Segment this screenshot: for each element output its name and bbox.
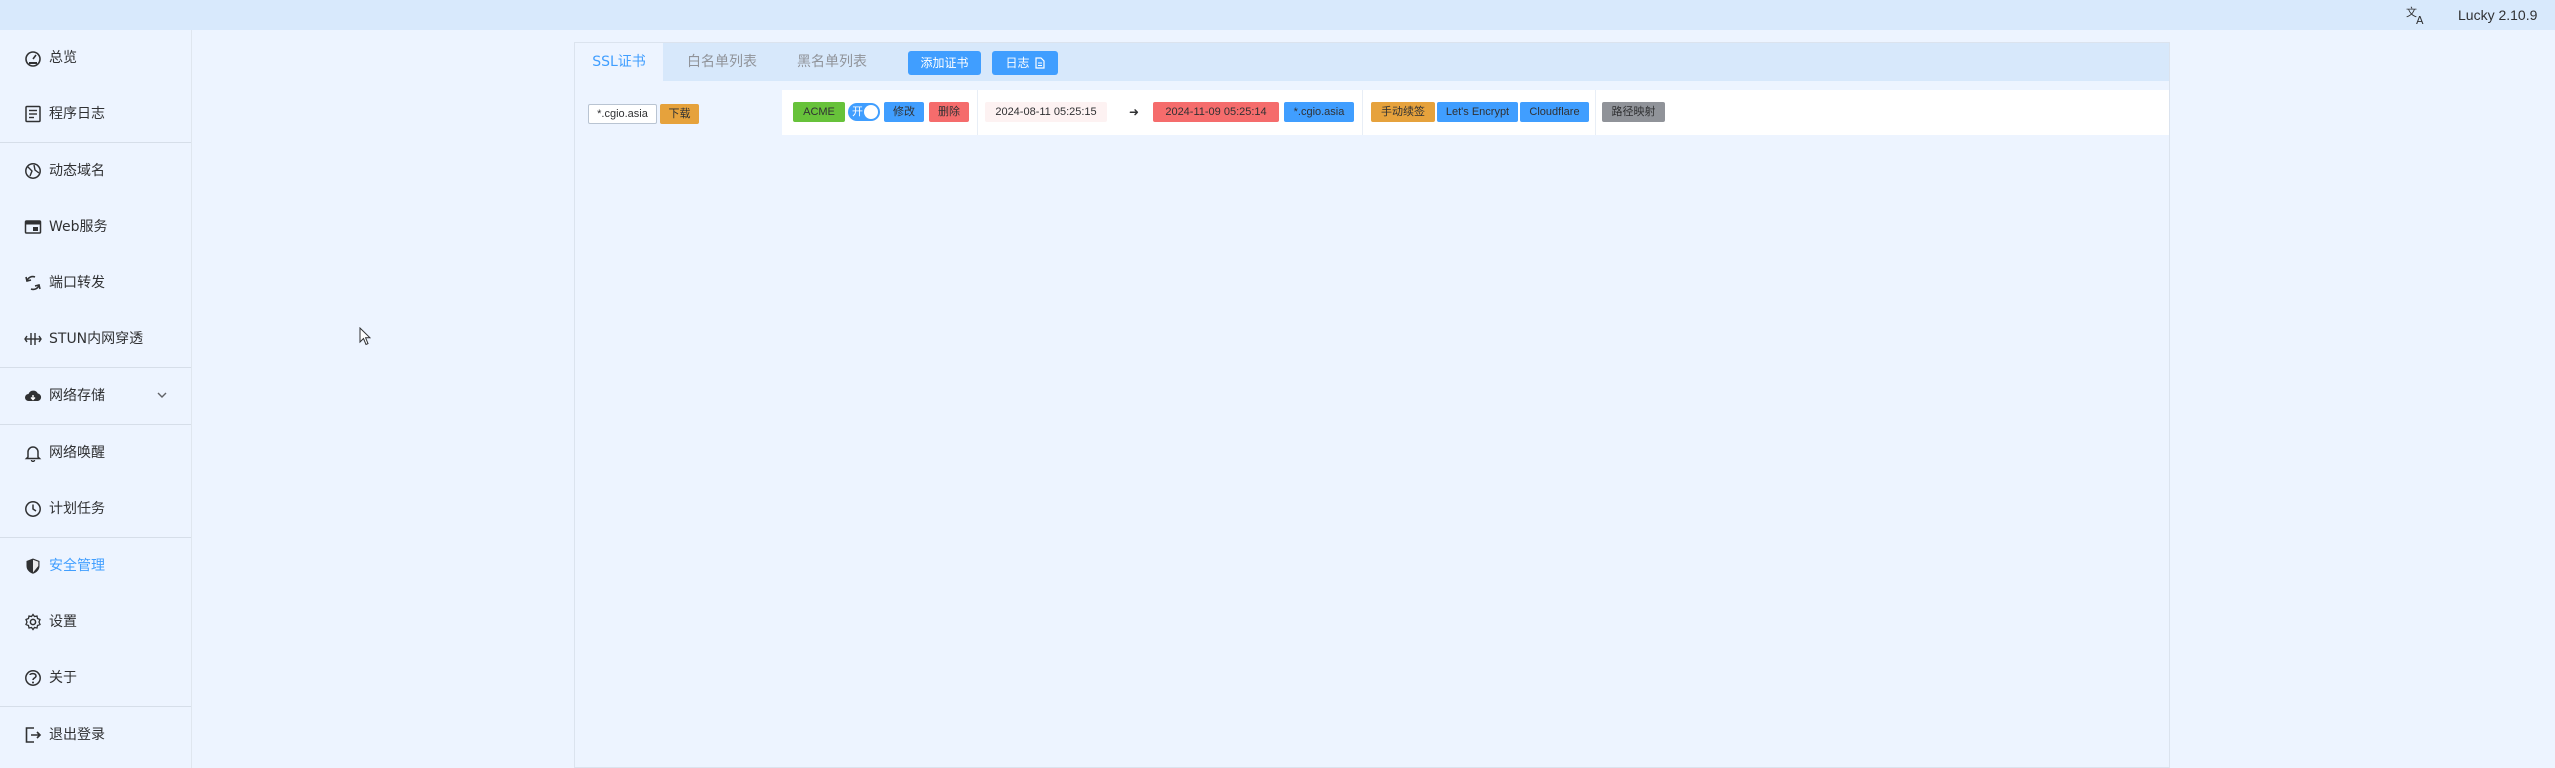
cert-detail-cell: ACME 开 修改 删除 2024-08-11 05:25:15 ➜ 2024-… (782, 90, 2169, 135)
log-button[interactable]: 日志 (992, 51, 1058, 75)
shield-icon (26, 558, 40, 574)
add-cert-button[interactable]: 添加证书 (908, 51, 981, 75)
about-icon (25, 670, 41, 686)
sidebar-item-label: 端口转发 (49, 275, 105, 291)
manual-renew-button[interactable]: 手动续签 (1371, 102, 1435, 122)
sidebar-item-label: STUN内网穿透 (49, 331, 144, 347)
divider (1595, 90, 1596, 135)
sidebar-item-security[interactable]: 安全管理 (0, 538, 191, 594)
sidebar-item-label: 退出登录 (49, 727, 105, 743)
tab-whitelist[interactable]: 白名单列表 (687, 43, 777, 81)
delete-button[interactable]: 删除 (929, 102, 969, 122)
sidebar-item-overview[interactable]: 总览 (0, 30, 191, 86)
svg-text:A: A (2416, 14, 2424, 27)
translate-icon[interactable]: 文 A (2404, 3, 2428, 27)
document-icon (1034, 57, 1045, 69)
expiry-date-tag: 2024-11-09 05:25:14 (1153, 102, 1279, 122)
divider (1362, 90, 1363, 135)
sidebar-item-label: 总览 (49, 50, 77, 66)
sidebar-item-about[interactable]: 关于 (0, 650, 191, 706)
ca-tag: Let's Encrypt (1437, 102, 1518, 122)
web-window-icon (24, 220, 42, 234)
dns-provider-tag: Cloudflare (1520, 102, 1589, 122)
version-label: Lucky 2.10.9 (2458, 7, 2538, 23)
cert-domain-tag: *.cgio.asia (588, 104, 657, 124)
sidebar-item-scheduled-tasks[interactable]: 计划任务 (0, 481, 191, 537)
cert-domain-name-tag: *.cgio.asia (1284, 102, 1354, 122)
arrow-right-icon: ➜ (1129, 105, 1140, 119)
switch-label: 开 (852, 105, 863, 118)
sidebar-item-logs[interactable]: 程序日志 (0, 86, 191, 142)
sidebar-item-web-service[interactable]: Web服务 (0, 199, 191, 255)
download-button[interactable]: 下载 (660, 104, 699, 124)
sidebar-item-ddns[interactable]: 动态域名 (0, 143, 191, 199)
table-row: *.cgio.asia 下载 ACME 开 修改 删除 2024-08-11 0… (575, 90, 2169, 135)
log-label: 日志 (1005, 56, 1030, 70)
cert-domain-cell: *.cgio.asia 下载 (575, 90, 782, 135)
security-panel: SSL证书 白名单列表 黑名单列表 添加证书 日志 *.cgio.asia 下载… (574, 42, 2170, 768)
path-mapping-button[interactable]: 路径映射 (1602, 102, 1665, 122)
sidebar-item-label: 计划任务 (49, 501, 105, 517)
cloud-storage-icon (25, 390, 42, 401)
logout-icon (25, 727, 42, 743)
enable-switch[interactable]: 开 (848, 103, 880, 121)
tab-blacklist[interactable]: 黑名单列表 (797, 43, 887, 81)
sidebar: 总览 程序日志 动态域名 Web服务 端口转发 STUN内网穿透 网络存储 网络… (0, 30, 192, 768)
dashboard-icon (25, 51, 41, 67)
add-cert-label: 添加证书 (920, 56, 969, 70)
issued-date-tag: 2024-08-11 05:25:15 (985, 102, 1107, 122)
sidebar-item-label: 关于 (49, 670, 77, 686)
sidebar-item-label: 程序日志 (49, 106, 105, 122)
mouse-cursor-icon (359, 327, 371, 346)
sidebar-item-logout[interactable]: 退出登录 (0, 707, 191, 763)
sidebar-item-port-forward[interactable]: 端口转发 (0, 255, 191, 311)
sidebar-item-label: Web服务 (49, 219, 108, 235)
tab-ssl-cert[interactable]: SSL证书 (575, 43, 663, 81)
sidebar-item-label: 网络唤醒 (49, 445, 105, 461)
sidebar-item-label: 动态域名 (49, 163, 105, 179)
port-forward-icon (25, 275, 41, 291)
sidebar-item-label: 安全管理 (49, 558, 105, 574)
switch-knob (864, 105, 878, 119)
sidebar-item-network-storage[interactable]: 网络存储 (0, 368, 191, 424)
gear-icon (25, 613, 41, 631)
sidebar-item-settings[interactable]: 设置 (0, 594, 191, 650)
sidebar-item-wol[interactable]: 网络唤醒 (0, 425, 191, 481)
clock-icon (25, 501, 41, 517)
log-icon (25, 105, 41, 123)
bell-icon (24, 446, 42, 462)
tab-bar: SSL证书 白名单列表 黑名单列表 添加证书 日志 (575, 43, 2169, 81)
divider (977, 90, 978, 135)
chevron-down-icon[interactable] (155, 388, 169, 402)
stun-icon (24, 333, 42, 345)
sidebar-item-stun[interactable]: STUN内网穿透 (0, 311, 191, 367)
globe-icon (25, 163, 41, 179)
sidebar-item-label: 网络存储 (49, 388, 105, 404)
sidebar-item-label: 设置 (49, 614, 77, 630)
acme-type-tag: ACME (793, 102, 845, 122)
edit-button[interactable]: 修改 (884, 102, 924, 122)
top-bar: 文 A Lucky 2.10.9 (0, 0, 2555, 30)
